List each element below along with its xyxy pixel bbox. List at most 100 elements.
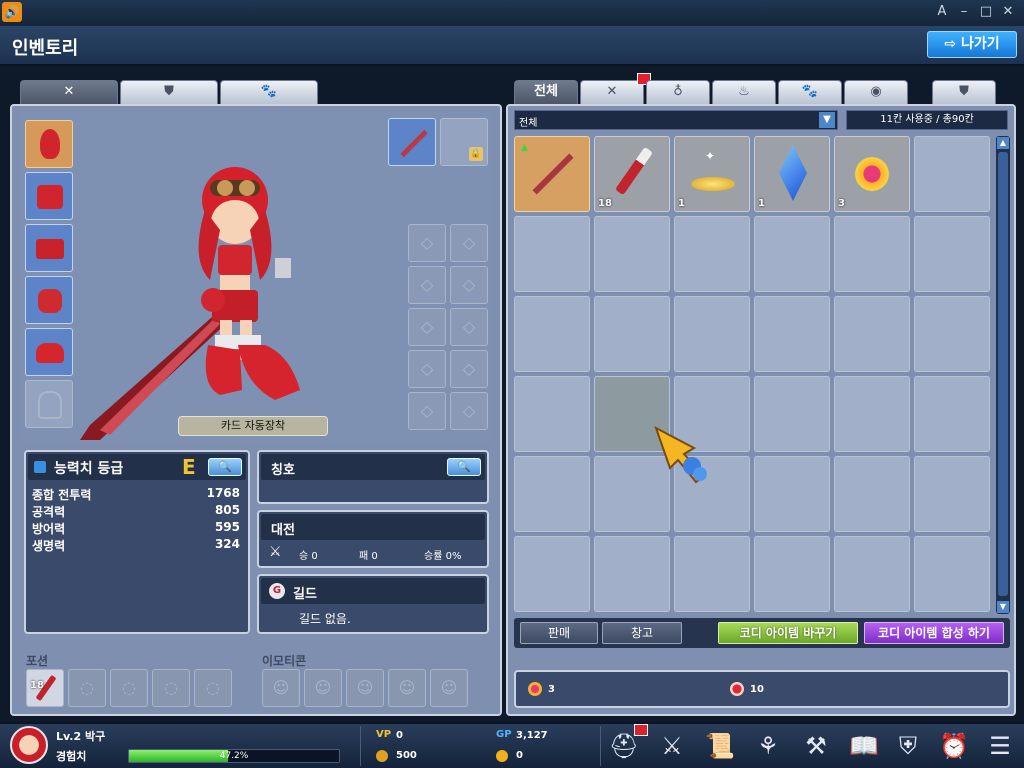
inventory-slot-empty[interactable] — [594, 296, 670, 372]
inventory-slot-empty[interactable] — [594, 536, 670, 612]
accessory-slot[interactable]: ◇ — [408, 266, 446, 304]
stats-detail-button[interactable]: 🔍 — [208, 458, 242, 476]
potion-slot[interactable]: 18 — [26, 669, 64, 707]
accessory-slot[interactable]: ◇ — [450, 350, 488, 388]
inventory-slot-empty[interactable] — [914, 216, 990, 292]
emoticon-slot[interactable]: ☺ — [388, 669, 426, 707]
accessory-slot[interactable]: ◇ — [408, 350, 446, 388]
storage-button[interactable]: 창고 — [602, 622, 682, 644]
quest-menu-button[interactable]: 📜 — [702, 729, 738, 763]
inventory-slot-empty[interactable] — [674, 216, 750, 292]
guild-menu-button[interactable]: ⛨ — [890, 729, 926, 763]
inventory-slot-empty[interactable] — [674, 296, 750, 372]
title-detail-button[interactable]: 🔍 — [447, 458, 481, 476]
inventory-item-ring[interactable]: 3 — [834, 136, 910, 212]
inventory-slot-empty[interactable] — [914, 536, 990, 612]
inventory-slot-empty[interactable] — [514, 376, 590, 452]
close-button[interactable]: ✕ — [998, 3, 1018, 21]
inventory-slot-empty[interactable] — [834, 296, 910, 372]
stat-value: 595 — [214, 520, 240, 534]
inventory-slot-empty[interactable] — [514, 216, 590, 292]
book-menu-button[interactable]: 📖 — [846, 729, 882, 763]
event-menu-button[interactable]: ⏰ — [936, 729, 972, 763]
accessory-slot[interactable]: ◇ — [450, 392, 488, 430]
inventory-slot-empty[interactable] — [514, 296, 590, 372]
inventory-scrollbar[interactable]: ▲ ▼ — [996, 136, 1010, 614]
inventory-slot-empty[interactable] — [914, 376, 990, 452]
inventory-slot-empty[interactable] — [594, 216, 670, 292]
inventory-item-potion[interactable]: 18 — [594, 136, 670, 212]
equip-slot-bottom[interactable] — [25, 224, 73, 272]
inventory-slot-empty[interactable] — [514, 456, 590, 532]
equip-slot-cape[interactable] — [25, 380, 73, 428]
main-menu-button[interactable]: ☰ — [982, 729, 1018, 763]
emoticon-slot[interactable]: ☺ — [262, 669, 300, 707]
tab-armor[interactable]: ⛊ — [120, 80, 218, 104]
tab-accessory-items[interactable]: ♁ — [646, 80, 710, 104]
inventory-slot-empty[interactable] — [754, 216, 830, 292]
weapon-slot-locked[interactable]: 🔒 — [440, 118, 488, 166]
inventory-slot-empty[interactable] — [674, 536, 750, 612]
minimize-button[interactable]: – — [954, 3, 974, 21]
inventory-slot-empty[interactable] — [834, 456, 910, 532]
emoticon-slot[interactable]: ☺ — [430, 669, 468, 707]
accessory-slot[interactable]: ◇ — [450, 266, 488, 304]
maximize-button[interactable]: □ — [976, 3, 996, 21]
accessory-slot[interactable]: ◇ — [450, 308, 488, 346]
sell-button[interactable]: 판매 — [520, 622, 598, 644]
title-box: 칭호 🔍 — [257, 450, 489, 504]
accessory-slot[interactable]: ◇ — [408, 392, 446, 430]
speaker-icon[interactable]: 🔊 — [2, 2, 22, 22]
inventory-item-sword[interactable]: ▲ — [514, 136, 590, 212]
avatar[interactable] — [10, 726, 48, 764]
tab-weapon-items[interactable]: ✕ — [580, 80, 644, 104]
inventory-slot-empty[interactable] — [754, 376, 830, 452]
scroll-down-icon[interactable]: ▼ — [997, 601, 1009, 613]
emoticon-slot[interactable]: ☺ — [346, 669, 384, 707]
scroll-up-icon[interactable]: ▲ — [997, 137, 1009, 149]
tab-all[interactable]: 전체 — [514, 80, 578, 104]
skill-menu-button[interactable]: ⚔ — [654, 729, 690, 763]
exit-button[interactable]: ⇨ 나가기 — [927, 31, 1017, 58]
chevron-down-icon[interactable]: ▼ — [819, 112, 835, 128]
inventory-slot-empty[interactable] — [514, 536, 590, 612]
inventory-slot-empty[interactable] — [914, 456, 990, 532]
inventory-slot-empty[interactable] — [754, 456, 830, 532]
equip-slot-hair[interactable] — [25, 120, 73, 168]
inventory-slot-empty[interactable] — [834, 216, 910, 292]
tab-pet[interactable]: 🐾 — [220, 80, 318, 104]
inventory-slot-empty[interactable] — [914, 136, 990, 212]
tab-costume-items[interactable]: ⛊ — [932, 80, 996, 104]
font-size-button[interactable]: A — [932, 3, 952, 21]
auto-equip-card-button[interactable]: 카드 자동장착 — [178, 416, 328, 436]
tab-etc-items[interactable]: ◉ — [844, 80, 908, 104]
equip-slot-gloves[interactable] — [25, 276, 73, 324]
accessory-slot[interactable]: ◇ — [408, 308, 446, 346]
inventory-item-gold-dust[interactable]: ✦ 1 — [674, 136, 750, 212]
potion-slot-empty[interactable]: ◌ — [152, 669, 190, 707]
tab-pet-items[interactable]: 🐾 — [778, 80, 842, 104]
inventory-slot-empty[interactable] — [754, 536, 830, 612]
combine-coordi-button[interactable]: 코디 아이템 합성 하기 — [864, 622, 1004, 644]
inventory-slot-empty[interactable] — [834, 376, 910, 452]
potion-slot-empty[interactable]: ◌ — [68, 669, 106, 707]
auction-menu-button[interactable]: ⚒ — [798, 729, 834, 763]
tab-weapon[interactable]: ✕ — [20, 80, 118, 104]
change-coordi-button[interactable]: 코디 아이템 바꾸기 — [718, 622, 858, 644]
inventory-slot-empty[interactable] — [914, 296, 990, 372]
accessory-slot[interactable]: ◇ — [450, 224, 488, 262]
equip-slot-top[interactable] — [25, 172, 73, 220]
potion-slot-empty[interactable]: ◌ — [110, 669, 148, 707]
farm-menu-button[interactable]: ⚘ — [750, 729, 786, 763]
weapon-slot[interactable] — [388, 118, 436, 166]
inventory-item-blue-crystal[interactable]: 1 — [754, 136, 830, 212]
inventory-filter-select[interactable]: 전체 ▼ — [514, 110, 838, 130]
inventory-slot-empty[interactable] — [834, 536, 910, 612]
equip-slot-shoes[interactable] — [25, 328, 73, 376]
emoticon-slot[interactable]: ☺ — [304, 669, 342, 707]
potion-slot-empty[interactable]: ◌ — [194, 669, 232, 707]
inventory-slot-empty[interactable] — [754, 296, 830, 372]
tab-consumable-items[interactable]: ♨ — [712, 80, 776, 104]
scroll-thumb[interactable] — [998, 152, 1008, 596]
accessory-slot[interactable]: ◇ — [408, 224, 446, 262]
